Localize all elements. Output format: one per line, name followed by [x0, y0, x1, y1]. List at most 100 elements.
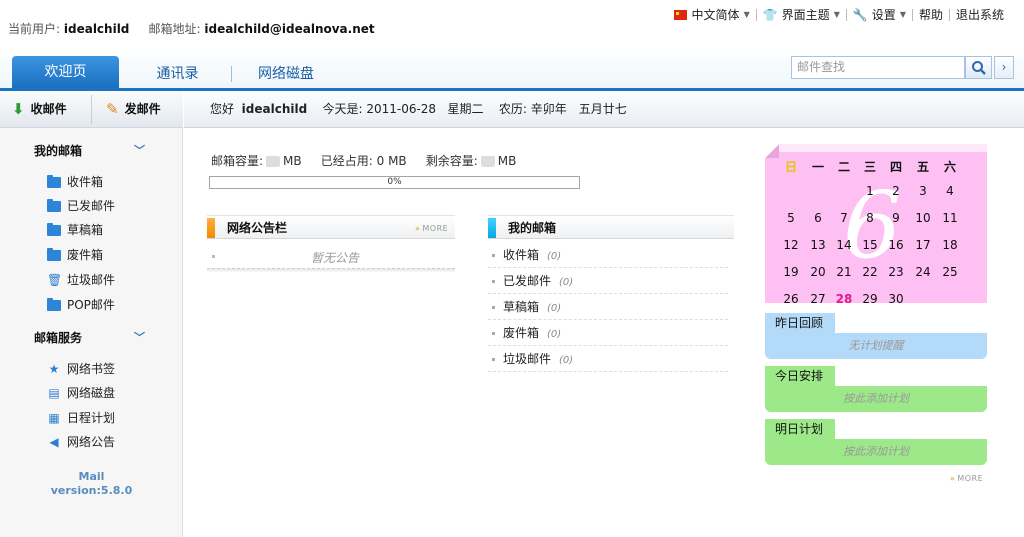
calendar-day[interactable]: 7 — [831, 211, 857, 225]
sidebar-item-label: 网络磁盘 — [67, 386, 116, 400]
row-label: 草稿箱 — [503, 300, 540, 314]
theme-menu[interactable]: 👕 界面主题 ▼ — [757, 6, 846, 23]
sidebar-item-drafts[interactable]: 草稿箱 — [47, 221, 103, 239]
calendar-day[interactable]: 30 — [883, 292, 909, 306]
header: 当前用户: idealchild 邮箱地址: idealchild@idealn… — [0, 0, 1024, 91]
sidebar-item-label: 网络书签 — [67, 362, 116, 376]
calendar-day[interactable]: 12 — [778, 238, 804, 252]
calendar-day[interactable]: 24 — [910, 265, 936, 279]
row-label: 收件箱 — [503, 248, 540, 262]
mybox-row-sent[interactable]: 已发邮件 (0) — [488, 269, 728, 294]
search-options-button[interactable]: › — [994, 56, 1014, 79]
sidebar-item-trash[interactable]: 废件箱 — [47, 246, 103, 264]
receive-label: 收邮件 — [30, 102, 67, 116]
calendar-day[interactable]: 1 — [857, 184, 883, 198]
calendar-day[interactable]: 20 — [805, 265, 831, 279]
calendar-day[interactable]: 10 — [910, 211, 936, 225]
sidebar-item-label: 日程计划 — [67, 411, 116, 425]
calendar-day[interactable]: 5 — [778, 211, 804, 225]
version-label: Mail — [78, 470, 105, 483]
sidebar-item-pop[interactable]: POP邮件 — [47, 296, 115, 314]
compose-mail-button[interactable]: ✎ 发邮件 — [106, 91, 161, 128]
calendar-day[interactable]: 11 — [937, 211, 963, 225]
mybox-row-junk[interactable]: 垃圾邮件 (0) — [488, 347, 728, 372]
progress-text: 0% — [387, 177, 402, 187]
divider — [207, 268, 455, 272]
calendar-day[interactable]: 21 — [831, 265, 857, 279]
sidebar-item-schedule[interactable]: ▦ 日程计划 — [47, 409, 115, 427]
china-flag-icon — [673, 9, 687, 20]
mybox-row-trash[interactable]: 废件箱 (0) — [488, 321, 728, 346]
help-label: 帮助 — [918, 8, 943, 22]
note-body[interactable]: 按此添加计划 — [765, 386, 987, 412]
sidebar-item-inbox[interactable]: 收件箱 — [47, 173, 103, 191]
sidebar-item-sent[interactable]: 已发邮件 — [47, 197, 115, 215]
current-user-label: 当前用户: — [8, 22, 61, 36]
bullet — [212, 255, 215, 258]
notice-more-link[interactable]: MORE — [415, 224, 448, 233]
drafts-folder-icon — [47, 222, 61, 236]
calendar-day[interactable]: 8 — [857, 211, 883, 225]
sidebar-item-bookmarks[interactable]: ★ 网络书签 — [47, 360, 115, 378]
logout-link[interactable]: 退出系统 — [950, 6, 1010, 23]
calendar-day[interactable]: 26 — [778, 292, 804, 306]
notice-empty: 暂无公告 — [311, 251, 360, 265]
sidebar-item-junk[interactable]: 🗑 垃圾邮件 — [47, 271, 115, 289]
row-count: (0) — [559, 277, 574, 288]
speaker-icon: ◀ — [49, 435, 59, 449]
sidebar-item-netdisk[interactable]: ▤ 网络磁盘 — [47, 384, 115, 402]
calendar-day[interactable]: 16 — [883, 238, 909, 252]
calendar-weekday: 一 — [811, 160, 824, 174]
remaining-label: 剩余容量: — [425, 154, 478, 168]
capacity-label: 邮箱容量: — [211, 154, 264, 168]
remaining-unit: MB — [497, 154, 517, 168]
mybox-row-inbox[interactable]: 收件箱 (0) — [488, 243, 728, 268]
calendar-day[interactable]: 23 — [883, 265, 909, 279]
my-mailbox-header[interactable]: 我的邮箱 ﹀ — [0, 138, 183, 164]
calendar-day[interactable]: 15 — [857, 238, 883, 252]
mailbox-quota: 邮箱容量: MB 已经占用: 0 MB 剩余容量: MB — [211, 152, 516, 169]
settings-menu[interactable]: 🔧 设置 ▼ — [847, 6, 912, 23]
tab-contacts[interactable]: 通讯录 — [135, 60, 220, 89]
greeting-bar: 您好 idealchild 今天是: 2011-06-28 星期二 农历: 辛卯… — [184, 91, 1024, 128]
calendar-day[interactable]: 29 — [857, 292, 883, 306]
language-label: 中文简体 — [691, 8, 740, 22]
row-count: (0) — [547, 329, 562, 340]
today-label: 今天是: — [322, 102, 363, 116]
calendar-day[interactable]: 17 — [910, 238, 936, 252]
note-title: 明日计划 — [765, 419, 835, 439]
mybox-row-drafts[interactable]: 草稿箱 (0) — [488, 295, 728, 320]
calendar-day[interactable]: 2 — [883, 184, 909, 198]
search-button[interactable] — [965, 56, 992, 79]
calendar-day[interactable]: 9 — [883, 211, 909, 225]
calendar-day[interactable]: 27 — [805, 292, 831, 306]
help-link[interactable]: 帮助 — [913, 6, 949, 23]
calendar-day[interactable]: 6 — [805, 211, 831, 225]
sent-folder-icon — [47, 198, 61, 212]
disk-icon: ▤ — [48, 386, 60, 400]
calendar-day[interactable]: 3 — [910, 184, 936, 198]
used-label: 已经占用: — [320, 154, 373, 168]
note-body[interactable]: 按此添加计划 — [765, 439, 987, 465]
tab-divider — [231, 66, 232, 82]
calendar-day[interactable]: 4 — [937, 184, 963, 198]
calendar-day[interactable]: 13 — [805, 238, 831, 252]
calendar-day[interactable]: 25 — [937, 265, 963, 279]
receive-mail-button[interactable]: ⬇ 收邮件 — [12, 91, 67, 128]
star-icon: ★ — [48, 362, 60, 376]
calendar-day-today[interactable]: 28 — [831, 292, 857, 306]
notes-more-link[interactable]: MORE — [950, 474, 983, 483]
tab-netdisk[interactable]: 网络磁盘 — [243, 60, 329, 89]
calendar-day[interactable]: 22 — [857, 265, 883, 279]
mail-services-header[interactable]: 邮箱服务 ﹀ — [0, 325, 183, 351]
mail-search-input[interactable]: 邮件查找 — [791, 56, 965, 79]
tab-welcome[interactable]: 欢迎页 — [12, 56, 119, 88]
calendar-day[interactable]: 14 — [831, 238, 857, 252]
sidebar-item-announcement[interactable]: ◀ 网络公告 — [47, 433, 115, 451]
used-value: 0 — [376, 154, 385, 168]
note-body[interactable]: 无计划提醒 — [765, 333, 987, 359]
calendar-day[interactable]: 18 — [937, 238, 963, 252]
shirt-icon: 👕 — [762, 7, 778, 22]
language-menu[interactable]: 中文简体 ▼ — [668, 6, 756, 23]
calendar-day[interactable]: 19 — [778, 265, 804, 279]
